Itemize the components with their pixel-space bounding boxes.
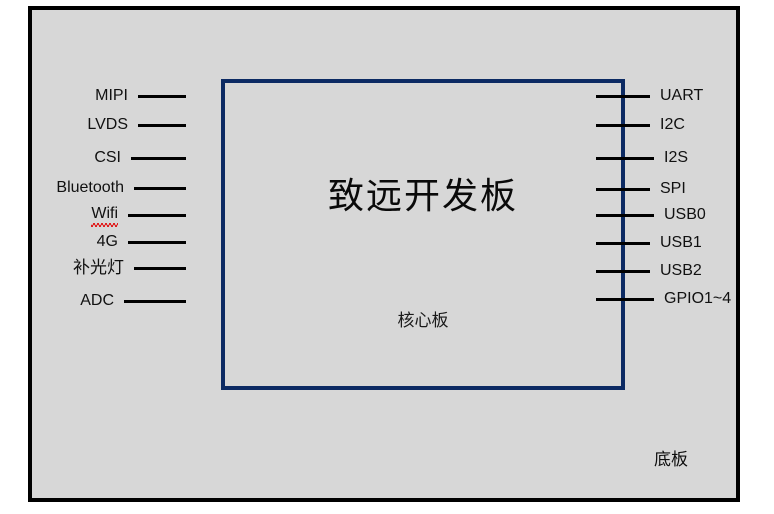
port-label-bluetooth: Bluetooth <box>56 179 124 196</box>
port-row-port: 补光灯 <box>0 257 186 279</box>
port-row-lvds: LVDS <box>0 114 186 136</box>
port-row-spi: SPI <box>596 178 774 200</box>
core-board-title: 致远开发板 <box>327 176 518 217</box>
port-lead-line-usb1 <box>596 241 650 245</box>
port-label-usb1: USB1 <box>660 234 702 251</box>
port-lead-line-csi <box>131 156 186 160</box>
port-label-csi: CSI <box>94 149 121 166</box>
port-label-mipi: MIPI <box>95 87 128 104</box>
port-label-4g: 4G <box>96 233 118 250</box>
port-label-lvds: LVDS <box>87 116 128 133</box>
port-row-mipi: MIPI <box>0 85 186 107</box>
port-lead-line-mipi <box>138 94 186 98</box>
right-port-group: UART I2C I2S SPI USB0 USB1 USB2 GPIO1~4 <box>596 0 774 514</box>
port-row-uart: UART <box>596 85 774 107</box>
port-lead-line-4g <box>128 240 186 244</box>
core-board-rect: 致远开发板 核心板 <box>221 79 625 390</box>
port-label-port: 补光灯 <box>73 258 124 278</box>
port-lead-line-i2s <box>596 156 654 160</box>
port-label-adc: ADC <box>80 292 114 309</box>
port-lead-line-bluetooth <box>134 186 186 190</box>
port-label-uart: UART <box>660 87 704 104</box>
port-lead-line-usb0 <box>596 213 654 217</box>
port-row-usb1: USB1 <box>596 232 774 254</box>
port-row-i2s: I2S <box>596 147 774 169</box>
port-lead-line-wifi <box>128 213 186 217</box>
left-port-group: MIPI LVDS CSI Bluetooth Wifi 4G 补光灯 ADC <box>0 0 186 514</box>
port-label-spi: SPI <box>660 180 686 197</box>
diagram-canvas: 致远开发板 核心板 底板 MIPI LVDS CSI Bluetooth Wifi 4G 补… <box>0 0 774 514</box>
port-row-usb0: USB0 <box>596 204 774 226</box>
port-row-usb2: USB2 <box>596 260 774 282</box>
port-row-i2c: I2C <box>596 114 774 136</box>
port-row-gpio1-4: GPIO1~4 <box>596 288 774 310</box>
port-label-wifi: Wifi <box>91 203 118 227</box>
port-lead-line-spi <box>596 187 650 191</box>
port-row-4g: 4G <box>0 231 186 253</box>
core-board-subtitle: 核心板 <box>397 311 449 331</box>
port-lead-line-uart <box>596 94 650 98</box>
port-label-i2c: I2C <box>660 116 685 133</box>
port-row-adc: ADC <box>0 290 186 312</box>
port-label-gpio1-4: GPIO1~4 <box>664 290 732 307</box>
port-row-bluetooth: Bluetooth <box>0 177 186 199</box>
port-label-usb2: USB2 <box>660 262 702 279</box>
port-lead-line-i2c <box>596 123 650 127</box>
port-label-usb0: USB0 <box>664 206 706 223</box>
port-label-i2s: I2S <box>664 149 689 166</box>
port-row-csi: CSI <box>0 147 186 169</box>
port-lead-line-lvds <box>138 123 186 127</box>
port-lead-line-adc <box>124 299 186 303</box>
port-lead-line-gpio1-4 <box>596 297 654 301</box>
port-lead-line-port <box>134 266 186 270</box>
port-row-wifi: Wifi <box>0 203 186 227</box>
port-lead-line-usb2 <box>596 269 650 273</box>
